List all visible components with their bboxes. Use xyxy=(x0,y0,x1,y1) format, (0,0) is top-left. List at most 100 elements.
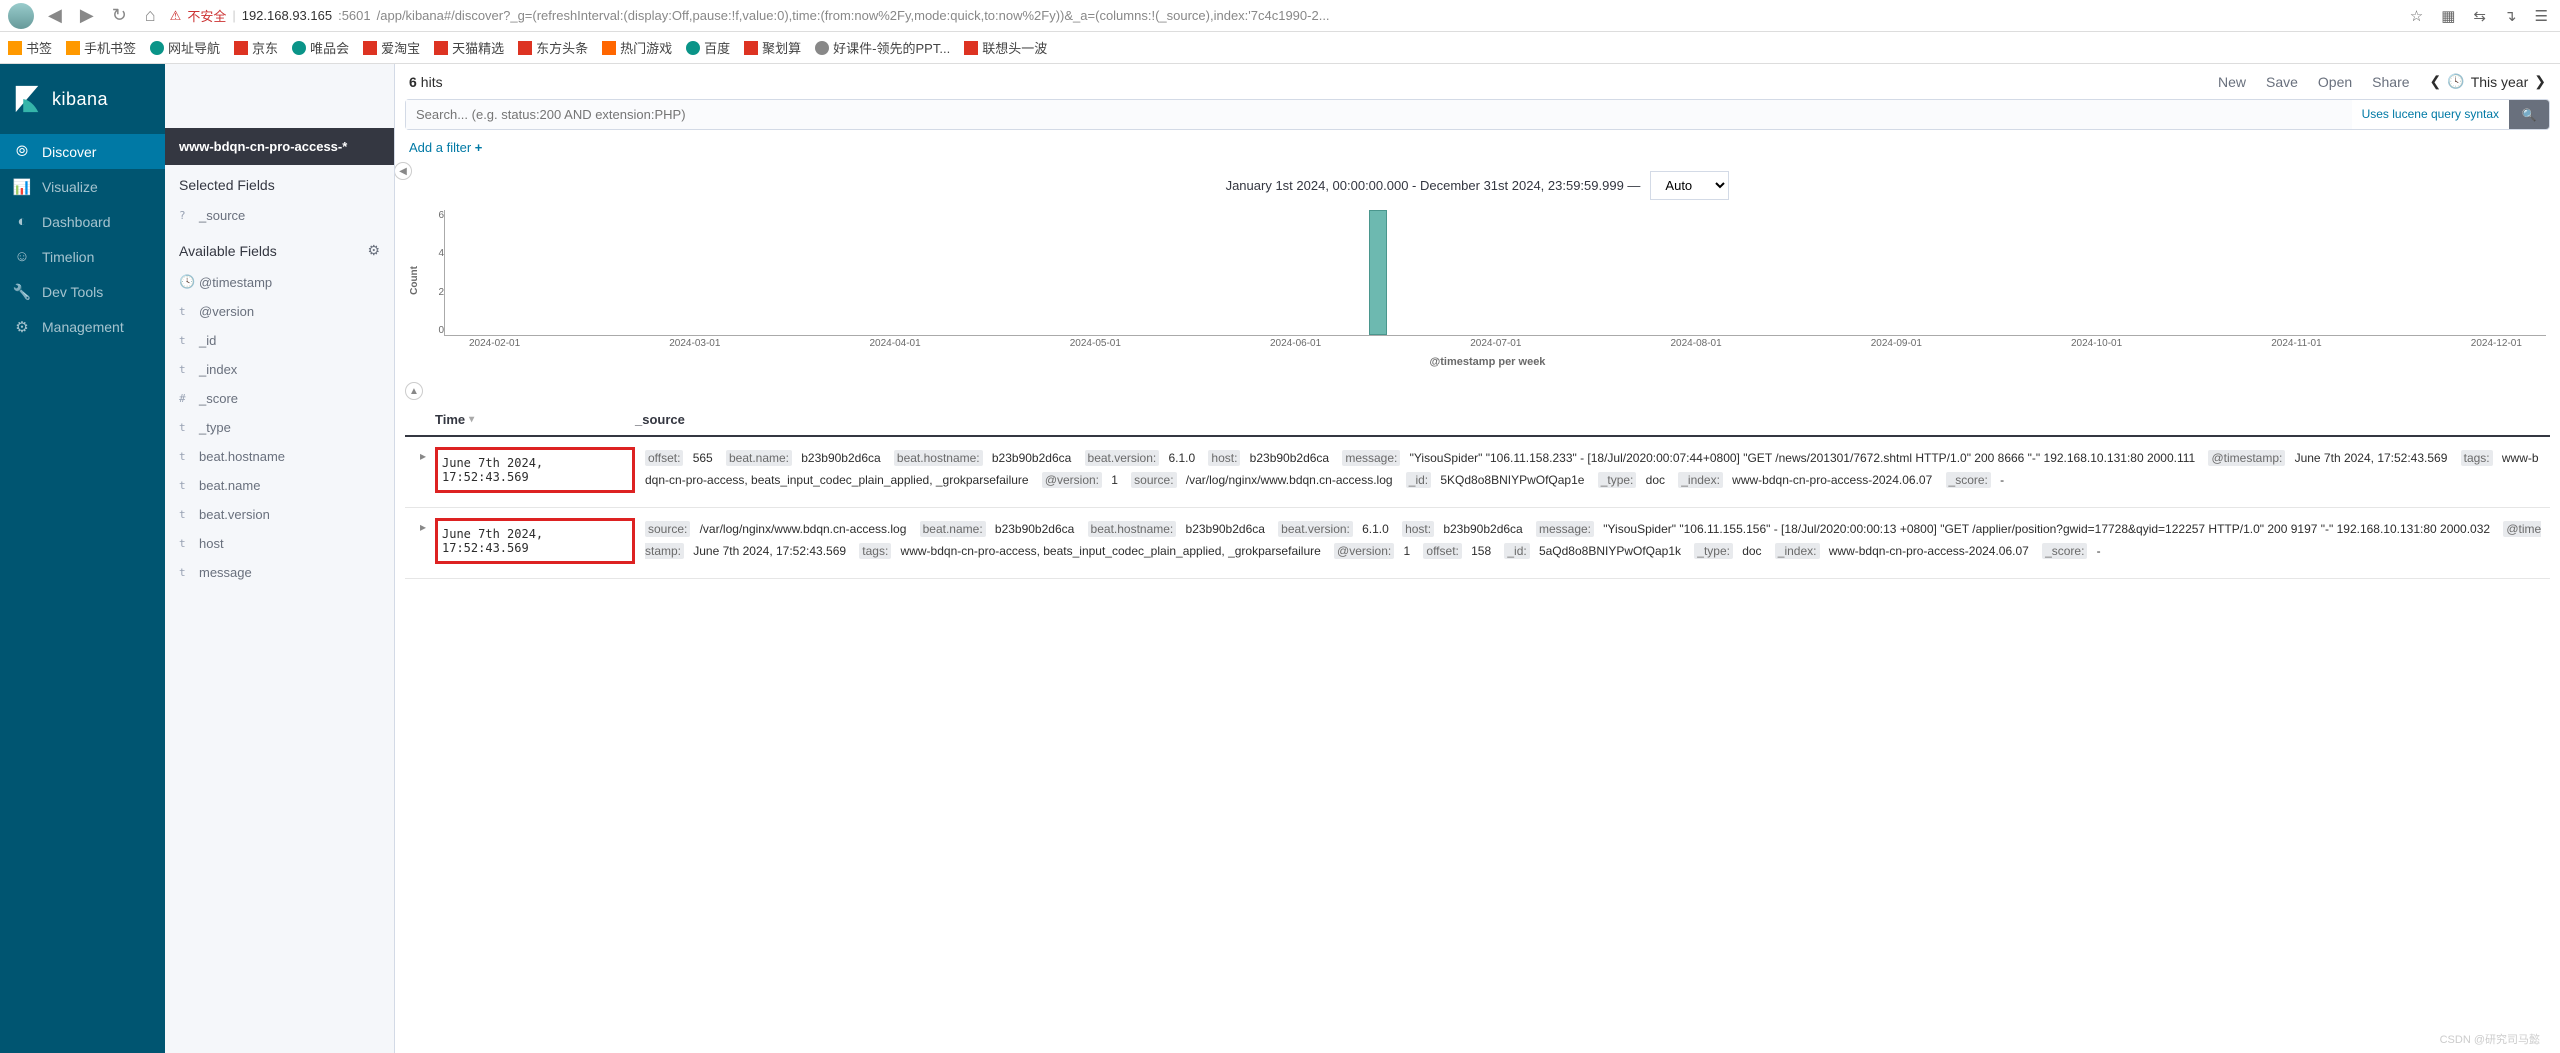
nav-dashboard[interactable]: ◐Dashboard xyxy=(0,204,165,239)
time-picker[interactable]: ❮ 🕓 This year ❯ xyxy=(2430,73,2546,90)
field-item[interactable]: t@version xyxy=(165,297,394,326)
globe-icon xyxy=(150,41,164,55)
tmall-icon xyxy=(434,41,448,55)
discover-main: ◀ 6 hits New Save Open Share ❮ 🕓 This ye… xyxy=(395,64,2560,1053)
extension-icon[interactable]: ▦ xyxy=(2437,7,2459,25)
reload-icon[interactable]: ↻ xyxy=(108,5,131,26)
brand-label: kibana xyxy=(52,89,108,110)
url-port: :5601 xyxy=(338,8,371,23)
star-icon xyxy=(8,41,22,55)
gear-icon: ⚙ xyxy=(14,318,30,336)
field-item[interactable]: ?_source xyxy=(165,201,394,230)
field-item[interactable]: tbeat.name xyxy=(165,471,394,500)
search-input[interactable] xyxy=(406,100,2352,129)
bookmark-item[interactable]: 京东 xyxy=(234,38,278,57)
field-item[interactable]: tmessage xyxy=(165,558,394,587)
field-item[interactable]: t_id xyxy=(165,326,394,355)
kibana-logo[interactable]: kibana xyxy=(0,64,165,134)
url-host: 192.168.93.165 xyxy=(242,8,332,23)
address-bar[interactable]: ⚠ 不安全 | 192.168.93.165:5601/app/kibana#/… xyxy=(170,6,2396,25)
sync-icon[interactable]: ⇆ xyxy=(2469,7,2490,25)
field-item[interactable]: #_score xyxy=(165,384,394,413)
bookmark-item[interactable]: 百度 xyxy=(686,38,730,57)
documents-table: Time▾ _source ▸ June 7th 2024, 17:52:43.… xyxy=(405,404,2550,1053)
sort-icon: ▾ xyxy=(469,414,474,425)
ppt-icon xyxy=(815,41,829,55)
histogram-bar[interactable] xyxy=(1369,210,1387,335)
expand-row-icon[interactable]: ▸ xyxy=(411,520,435,534)
lucene-hint[interactable]: Uses lucene query syntax xyxy=(2352,100,2509,129)
col-source[interactable]: _source xyxy=(635,412,2544,427)
bookmark-item[interactable]: 网址导航 xyxy=(150,38,220,57)
clock-icon: 🕓 xyxy=(2447,73,2464,90)
forward-icon[interactable]: ▶ xyxy=(76,5,98,26)
wrench-icon: 🔧 xyxy=(14,283,30,301)
expand-row-icon[interactable]: ▸ xyxy=(411,449,435,463)
bookmark-item[interactable]: 爱淘宝 xyxy=(363,38,420,57)
x-axis-label: @timestamp per week xyxy=(429,356,2546,368)
time-cell: June 7th 2024, 17:52:43.569 xyxy=(435,447,635,493)
bookmark-item[interactable]: 唯品会 xyxy=(292,38,349,57)
browser-toolbar: ◀ ▶ ↻ ⌂ ⚠ 不安全 | 192.168.93.165:5601/app/… xyxy=(0,0,2560,32)
chevron-right-icon[interactable]: ❯ xyxy=(2534,73,2546,90)
bookmark-item[interactable]: 手机书签 xyxy=(66,38,136,57)
vip-icon xyxy=(292,41,306,55)
download-icon[interactable]: ↴ xyxy=(2500,7,2521,25)
field-item[interactable]: tbeat.version xyxy=(165,500,394,529)
profile-avatar[interactable] xyxy=(8,3,34,29)
chevron-left-icon[interactable]: ❮ xyxy=(2430,73,2442,90)
bookmark-item[interactable]: 东方头条 xyxy=(518,38,588,57)
time-cell: June 7th 2024, 17:52:43.569 xyxy=(435,518,635,564)
chart-icon: 📊 xyxy=(14,178,30,196)
share-button[interactable]: Share xyxy=(2372,74,2409,90)
nav-timelion[interactable]: ☺Timelion xyxy=(0,239,165,274)
save-button[interactable]: Save xyxy=(2266,74,2298,90)
field-item[interactable]: 🕓@timestamp xyxy=(165,267,394,297)
bookmark-item[interactable]: 热门游戏 xyxy=(602,38,672,57)
dashboard-icon: ◐ xyxy=(14,213,30,230)
bookmark-item[interactable]: 联想头一波 xyxy=(964,38,1047,57)
nav-devtools[interactable]: 🔧Dev Tools xyxy=(0,274,165,309)
table-header: Time▾ _source xyxy=(405,404,2550,437)
nav-management[interactable]: ⚙Management xyxy=(0,309,165,344)
star-icon[interactable]: ☆ xyxy=(2406,7,2427,25)
histogram-plot[interactable]: 2024-02-012024-03-012024-04-012024-05-01… xyxy=(444,210,2546,336)
gear-icon[interactable]: ⚙ xyxy=(367,242,380,259)
back-icon[interactable]: ◀ xyxy=(44,5,66,26)
ju-icon xyxy=(744,41,758,55)
add-filter-button[interactable]: Add a filter + xyxy=(409,140,482,155)
table-row: ▸ June 7th 2024, 17:52:43.569 source: /v… xyxy=(405,508,2550,579)
histogram-area: January 1st 2024, 00:00:00.000 - Decembe… xyxy=(409,165,2546,368)
interval-select[interactable]: Auto xyxy=(1650,171,1729,200)
col-time[interactable]: Time▾ xyxy=(435,412,635,427)
game-icon xyxy=(602,41,616,55)
nav-discover[interactable]: ⦾Discover xyxy=(0,134,165,169)
field-item[interactable]: tbeat.hostname xyxy=(165,442,394,471)
compass-icon: ⦾ xyxy=(14,143,30,160)
fields-panel: www-bdqn-cn-pro-access-* Selected Fields… xyxy=(165,64,395,1053)
field-item[interactable]: t_type xyxy=(165,413,394,442)
home-icon[interactable]: ⌂ xyxy=(141,5,160,26)
source-cell: source: /var/log/nginx/www.bdqn.cn-acces… xyxy=(645,518,2544,562)
field-item[interactable]: thost xyxy=(165,529,394,558)
time-range-text: January 1st 2024, 00:00:00.000 - Decembe… xyxy=(1226,178,1641,193)
new-button[interactable]: New xyxy=(2218,74,2246,90)
menu-icon[interactable]: ☰ xyxy=(2531,7,2552,25)
collapse-chart-icon[interactable]: ▲ xyxy=(405,382,423,400)
x-axis-ticks: 2024-02-012024-03-012024-04-012024-05-01… xyxy=(445,338,2546,349)
baidu-icon xyxy=(686,41,700,55)
open-button[interactable]: Open xyxy=(2318,74,2352,90)
bookmark-item[interactable]: 书签 xyxy=(8,38,52,57)
hit-count: 6 hits xyxy=(409,74,443,90)
bookmark-item[interactable]: 好课件-领先的PPT... xyxy=(815,38,950,57)
bookmark-item[interactable]: 聚划算 xyxy=(744,38,801,57)
url-path: /app/kibana#/discover?_g=(refreshInterva… xyxy=(377,8,1330,23)
y-axis: 6420 xyxy=(424,210,444,350)
field-item[interactable]: t_index xyxy=(165,355,394,384)
bookmark-item[interactable]: 天猫精选 xyxy=(434,38,504,57)
index-pattern-selector[interactable]: www-bdqn-cn-pro-access-* xyxy=(165,128,394,165)
nav-visualize[interactable]: 📊Visualize xyxy=(0,169,165,204)
taobao-icon xyxy=(363,41,377,55)
search-button[interactable]: 🔍 xyxy=(2509,100,2549,129)
search-bar: Uses lucene query syntax 🔍 xyxy=(405,99,2550,130)
